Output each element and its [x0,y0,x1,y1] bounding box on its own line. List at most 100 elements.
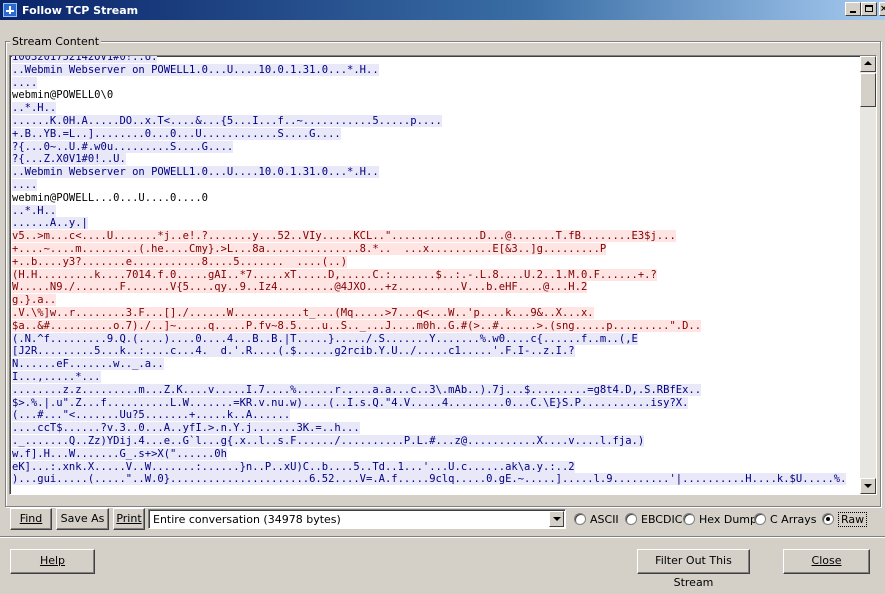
close-icon: × [880,4,885,14]
stream-line-text: 1003201752142OV1#0!..U. [12,56,158,63]
stream-line-text: ..*.H.. [12,204,57,217]
stream-line-text: ..*.H.. [12,102,57,115]
stream-line: ._.......Q..Zz)YDij.4...e..G`l...g{.x..l… [12,434,860,448]
stream-line-text: g.}.a.. [12,294,57,307]
help-button[interactable]: Help [10,549,95,574]
stream-line-text: webmin@POWELL0\0 [12,89,114,102]
stream-line: .... [12,178,860,192]
scroll-up-button[interactable] [860,56,876,72]
group-label: Stream Content [10,35,102,48]
stream-line-text: ._.......Q..Zz)YDij.4...e..G`l...g{.x..l… [12,434,645,447]
minimize-icon [850,11,856,13]
radio-ebcdic-dot[interactable] [625,513,637,525]
separator [0,536,885,538]
stream-line-text: $>.%.|.u".Z...f..........L.W.......=KR.v… [12,396,689,409]
stream-line-text: .... [12,76,38,89]
stream-line-text: ........z.z.........m...Z.K....v.....I.7… [12,383,702,396]
stream-line: w.f].H...W.......G_.s+>X("......0h [12,447,860,461]
stream-line-text: v5..>m...c<....U.......*j..e!.?.......y.… [12,230,676,243]
stream-line-text: .V.\%]w..r........3.F...[]./......W.....… [12,306,594,319]
stream-line: ..*.H.. [12,204,860,218]
radio-raw-label: Raw [838,512,868,527]
stream-line: ?{...Z.X0V1#0!..U. [12,153,860,166]
stream-line-text: +.B..YB.=L..]........0...0...U..........… [12,127,341,140]
close-window-button[interactable]: × [879,2,885,16]
radio-ascii-dot[interactable] [574,513,586,525]
stream-line: ....ccT$......?v.3..0...A..yfI.>.n.Y.j..… [12,422,860,435]
stream-line-text: ..Webmin Webserver on POWELL1.0...U....1… [12,166,379,179]
stream-line: W.....N9./.......F.......V{5....qy..9..I… [12,281,860,294]
stream-line-text: ..Webmin Webserver on POWELL1.0...U....1… [12,63,379,76]
maximize-icon [865,5,873,12]
conversation-value: Entire conversation (34978 bytes) [153,513,341,526]
stream-line-text: ?{...Z.X0V1#0!..U. [12,153,126,166]
radio-ebcdic-label: EBCDIC [641,513,683,526]
stream-lines: 1003201752142OV1#0!..U. ..Webmin Webserve… [12,56,860,486]
close-label: Close [811,554,842,567]
stream-line: v5..>m...c<....U.......*j..e!.?.......y.… [12,230,860,243]
radio-ascii-label: ASCII [590,513,619,526]
stream-line-text: (H.H.........k....7014.f.0.....gAI..*7..… [12,268,657,281]
stream-line: .V.\%]w..r........3.F...[]./......W.....… [12,306,860,320]
stream-line: (...#..."<.......Uu?5.......+.....k..A..… [12,409,860,422]
stream-line: $a..&#..........o.7)./..]~.....q.....P.f… [12,319,860,333]
close-button[interactable]: Close [783,549,870,574]
stream-line: (.N.^f.........9.Q.(....)....0....4...B.… [12,332,860,346]
stream-line-text: N......eF.......w.._.a.. [12,358,164,371]
stream-line: ......A..y.| [12,217,860,230]
scroll-down-button[interactable] [860,478,876,494]
filter-out-label: Filter Out This Stream [655,554,732,589]
stream-line-text: )...gui.....(....."..W.0}...............… [12,473,847,486]
stream-line: ..Webmin Webserver on POWELL1.0...U....1… [12,166,860,179]
stream-line: )...gui.....(....."..W.0}...............… [12,473,860,486]
stream-line: ......K.0H.A.....DO..x.T<....&...{5...I.… [12,114,860,128]
title-bar: Follow TCP Stream × [0,0,885,20]
stream-line-text: +..b....y3?.......e...........8....5....… [12,255,348,268]
stream-line-text: +....~....m.........(.he....Cmy}.>L...8a… [12,242,607,255]
stream-line: eK]...:.xnk.X.....V..W.......:......}n..… [12,460,860,474]
chevron-down-icon[interactable] [549,511,564,527]
vertical-scrollbar[interactable] [860,56,876,494]
stream-line-text: ....ccT$......?v.3..0...A..yfI.>.n.Y.j..… [12,422,360,435]
stream-line-text: webmin@POWELL...0...U....0....0 [12,191,208,204]
stream-line: ........z.z.........m...Z.K....v.....I.7… [12,383,860,397]
print-button[interactable]: Print [113,508,145,530]
filter-out-stream-button[interactable]: Filter Out This Stream [637,549,750,589]
window-title: Follow TCP Stream [22,4,139,17]
stream-line: ..*.H.. [12,102,860,115]
stream-text-area[interactable]: 1003201752142OV1#0!..U. ..Webmin Webserve… [9,55,877,495]
stream-line: (H.H.........k....7014.f.0.....gAI..*7..… [12,268,860,282]
radio-raw-dot[interactable] [822,513,834,525]
find-label: Find [19,512,43,525]
stream-line: N......eF.......w.._.a.. [12,358,860,371]
minimize-button[interactable] [845,2,861,16]
stream-line: webmin@POWELL0\0 [12,89,860,102]
stream-line: +..b....y3?.......e...........8....5....… [12,255,860,269]
stream-line: [J2R.........5...k..:....c...4. d.'.R...… [12,345,860,358]
stream-line-text: w.f].H...W.......G_.s+>X("......0h [12,447,227,460]
stream-line-text: W.....N9./.......F.......V{5....qy..9..I… [12,281,588,294]
stream-line-text: (...#..."<.......Uu?5.......+.....k..A..… [12,409,291,422]
stream-line-text: (.N.^f.........9.Q.(....)....0....4...B.… [12,332,638,345]
radio-carrays-dot[interactable] [754,513,766,525]
stream-line: g.}.a.. [12,294,860,307]
conversation-select[interactable]: Entire conversation (34978 bytes) [148,509,566,529]
stream-line-text: ?{...0~..U.#.w0u.........S....G.... [12,140,234,153]
stream-line: ?{...0~..U.#.w0u.........S....G.... [12,140,860,154]
print-label: Print [116,512,142,525]
stream-line-text: ......K.0H.A.....DO..x.T<....&...{5...I.… [12,114,442,127]
wireshark-icon [3,3,17,17]
radio-hexdump-dot[interactable] [683,513,695,525]
stream-line: +....~....m.........(.he....Cmy}.>L...8a… [12,242,860,256]
maximize-button[interactable] [861,2,877,16]
stream-line: +.B..YB.=L..]........0...0...U..........… [12,127,860,141]
stream-line-text: I...,.....*... [12,370,101,383]
scroll-thumb[interactable] [860,73,876,107]
stream-line-text: [J2R.........5...k..:....c...4. d.'.R...… [12,345,575,358]
stream-line: 1003201752142OV1#0!..U. [12,56,860,64]
stream-line: $>.%.|.u".Z...f..........L.W.......=KR.v… [12,396,860,410]
save-as-button[interactable]: Save As [56,508,109,530]
radio-hexdump-label: Hex Dump [699,513,757,526]
stream-line-text: $a..&#..........o.7)./..]~.....q.....P.f… [12,319,702,332]
find-button[interactable]: Find [10,508,52,530]
